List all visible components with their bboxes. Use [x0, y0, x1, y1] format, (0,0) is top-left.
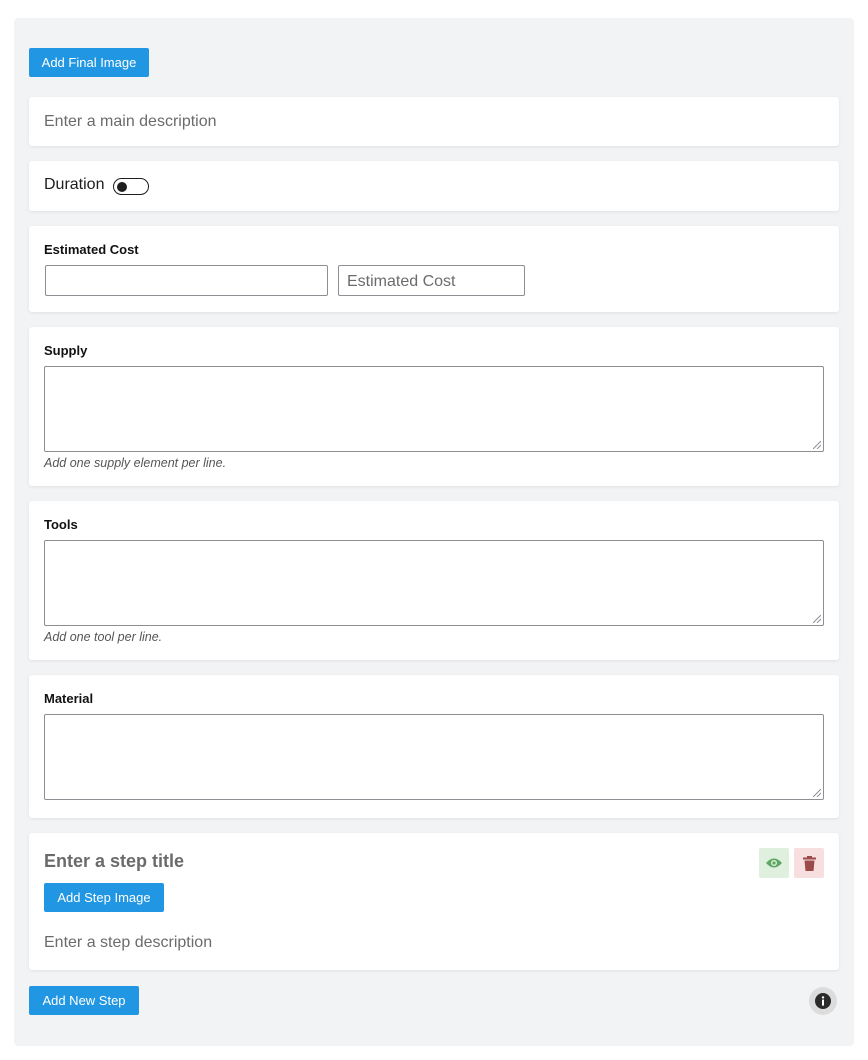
add-final-image-button[interactable]: Add Final Image [29, 48, 149, 77]
resize-handle-icon[interactable] [813, 789, 821, 797]
estimated-cost-label: Estimated Cost [44, 242, 139, 257]
add-step-image-button[interactable]: Add Step Image [44, 883, 164, 912]
main-description-placeholder[interactable]: Enter a main description [44, 113, 217, 131]
duration-card: Duration [29, 161, 839, 211]
step-delete-button[interactable] [794, 848, 824, 878]
howto-block: Add Final Image Enter a main description… [14, 18, 854, 1046]
toggle-knob [117, 181, 127, 192]
step-title-placeholder[interactable]: Enter a step title [44, 851, 184, 872]
tools-label: Tools [44, 517, 78, 532]
estimated-cost-card: Estimated Cost Estimated Cost [29, 226, 839, 312]
eye-icon [766, 858, 782, 868]
tools-card: Tools Add one tool per line. [29, 501, 839, 660]
estimated-cost-input[interactable]: Estimated Cost [338, 265, 525, 296]
add-new-step-button[interactable]: Add New Step [29, 986, 139, 1015]
tools-textarea[interactable] [44, 540, 824, 626]
material-label: Material [44, 691, 94, 706]
duration-toggle[interactable] [113, 178, 149, 195]
currency-input[interactable] [45, 265, 328, 296]
resize-handle-icon[interactable] [813, 615, 821, 623]
main-description-card[interactable]: Enter a main description [29, 97, 839, 146]
step-card: Enter a step title Add Step Image Enter … [29, 833, 839, 970]
supply-card: Supply Add one supply element per line. [29, 327, 839, 486]
step-description-placeholder[interactable]: Enter a step description [44, 934, 212, 952]
tools-help-text: Add one tool per line. [44, 630, 163, 644]
material-textarea[interactable] [44, 714, 824, 800]
supply-label: Supply [44, 343, 88, 358]
step-visibility-button[interactable] [759, 848, 789, 878]
supply-textarea[interactable] [44, 366, 824, 452]
material-card: Material [29, 675, 839, 818]
resize-handle-icon[interactable] [813, 441, 821, 449]
supply-help-text: Add one supply element per line. [44, 456, 227, 470]
info-button[interactable] [809, 987, 837, 1015]
duration-label: Duration [44, 176, 105, 193]
trash-icon [802, 855, 816, 871]
info-icon [815, 993, 831, 1009]
estimated-cost-placeholder: Estimated Cost [347, 273, 456, 290]
